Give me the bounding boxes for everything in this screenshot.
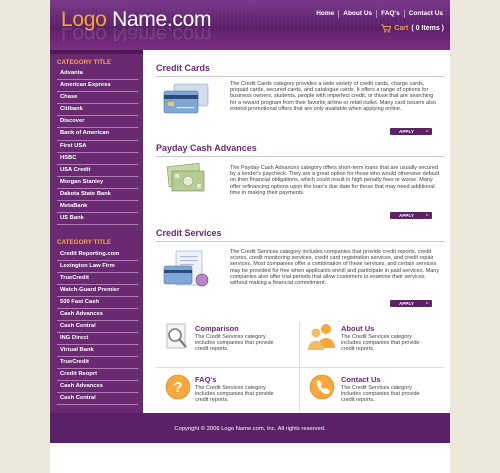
category-item[interactable]: Citibank [57,104,138,117]
category-item[interactable]: Bank of American [57,128,138,141]
question-icon: ? [165,374,191,400]
category-item[interactable]: Cash Advances [57,309,138,321]
box-title-faqs[interactable]: FAQ's [195,375,216,384]
category-item[interactable]: American Express [57,80,138,93]
box-title-about-us[interactable]: About Us [341,324,374,333]
cart-count: ( 0 Items ) [411,25,444,32]
category-item[interactable]: Cash Advances [57,381,138,393]
category-title-2: CATEGORY TITLE [57,239,112,246]
category-item[interactable]: 500 Fast Cash [57,297,138,309]
section-text-credit-services: The Credit Services category includes co… [230,249,440,287]
section-title-credit-services: Credit Services [156,228,222,238]
nav-contact-us[interactable]: Contact Us [403,10,447,18]
box-text-about-us: The Credit Services category includes co… [341,334,420,353]
category-item[interactable]: Cash Central [57,393,138,405]
category-item[interactable]: Lexington Law Firm [57,261,138,273]
info-boxes: Comparison The Credit Services category … [156,322,444,412]
copyright-text: Copyright © 2006 Logo Name.com, Inc. All… [174,426,326,432]
section-title-credit-cards: Credit Cards [156,63,211,73]
box-text-contact-us: The Credit Services category includes co… [341,385,420,404]
nav-home[interactable]: Home [312,10,338,18]
svg-text:?: ? [173,379,182,396]
section-text-payday-cash-advances: The Payday Cash Advances category offers… [230,165,440,196]
category-item[interactable]: Advanta [57,68,138,81]
box-text-faqs: The Credit Services category includes co… [195,385,274,404]
cash-money-icon [166,163,205,192]
page: Logo Name.com Logo Name.com Home About U… [50,0,450,473]
category-list-1: Advanta American Express Chase Citibank … [57,68,138,226]
section-title-payday-cash-advances: Payday Cash Advances [156,143,257,153]
apply-button-payday-cash-advances[interactable]: APPLY [390,212,432,219]
cart-icon [381,24,392,33]
category-item[interactable]: Virtual Bank [57,345,138,357]
category-item[interactable]: US Bank [57,213,138,226]
category-item[interactable]: ING Direct [57,333,138,345]
magnifier-document-icon [166,323,187,349]
category-item[interactable]: Credit Reoprt [57,369,138,381]
people-icon [308,324,335,350]
category-item[interactable]: Watch-Guard Premier [57,285,138,297]
cart-label: Cart [394,25,409,32]
nav-faqs[interactable]: FAQ's [376,10,404,18]
sidebar: CATEGORY TITLE Advanta American Express … [50,50,143,413]
category-list-2: Credit Reporting.com Lexington Law Firm … [57,249,138,405]
credit-card-icon [163,83,209,114]
category-title-1: CATEGORY TITLE [57,59,112,66]
apply-button-credit-cards[interactable]: APPLY [390,128,432,135]
category-item[interactable]: TrueCredit [57,357,138,369]
box-title-contact-us[interactable]: Contact Us [341,375,381,384]
nav-about-us[interactable]: About Us [338,10,376,18]
category-item[interactable]: Morgan Stanley [57,177,138,189]
footer: Copyright © 2006 Logo Name.com, Inc. All… [50,413,450,443]
credit-services-icon [163,250,209,287]
top-nav: Home About Us FAQ's Contact Us [312,10,447,18]
category-item[interactable]: MetaBank [57,201,138,214]
category-item[interactable]: Discover [57,116,138,129]
category-item[interactable]: Cash Central [57,321,138,333]
category-item[interactable]: TrueCredit [57,273,138,285]
box-title-comparison[interactable]: Comparison [195,324,239,333]
category-item[interactable]: USA Credit [57,165,138,177]
category-item[interactable]: HSBC [57,153,138,165]
cart[interactable]: Cart ( 0 Items ) [381,24,444,33]
section-text-credit-cards: The Credit Cards category provides a wid… [230,81,437,112]
category-item[interactable]: First USA [57,141,138,153]
apply-button-credit-services[interactable]: APPLY [390,300,432,307]
category-item[interactable]: Credit Reporting.com [57,249,138,261]
header: Logo Name.com Logo Name.com Home About U… [50,0,450,50]
logo-reflection: Logo Name.com [61,27,212,41]
phone-icon [309,374,335,400]
category-item[interactable]: Chase [57,92,138,105]
box-text-comparison: The Credit Services category includes co… [195,334,274,353]
category-item[interactable]: Dakota State Bank [57,189,138,202]
